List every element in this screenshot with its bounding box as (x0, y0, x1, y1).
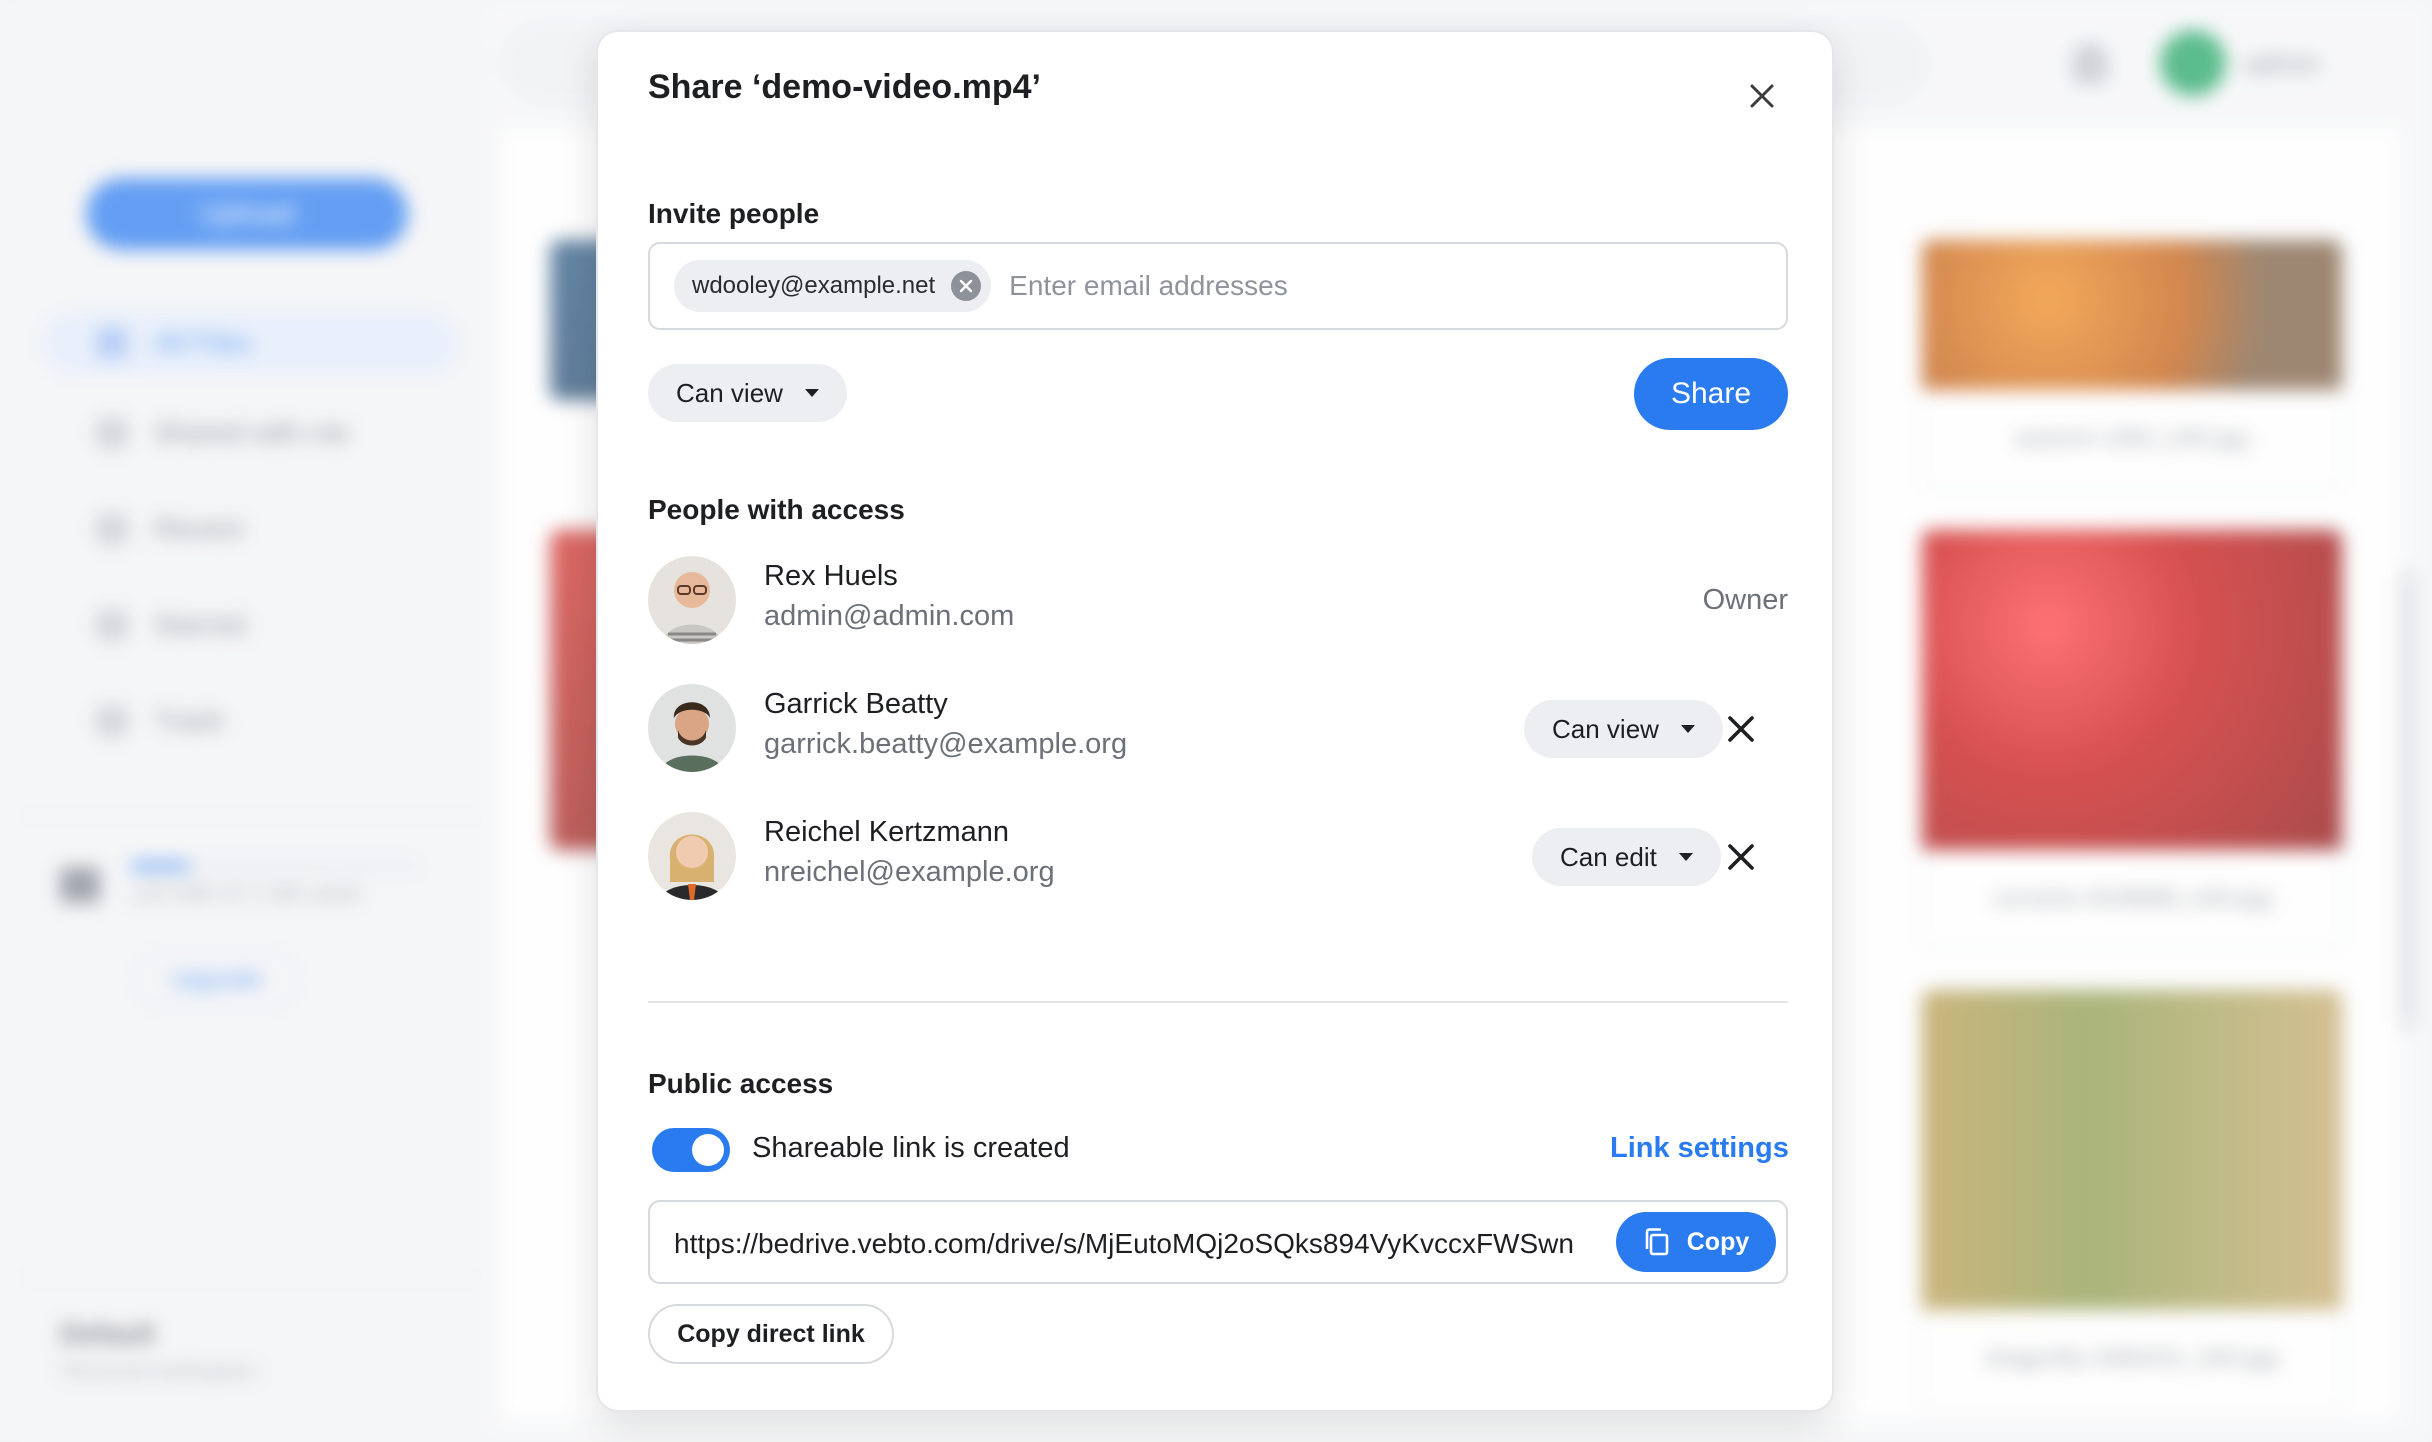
copy-icon (1645, 1228, 1669, 1256)
owner-label: Owner (1702, 584, 1788, 616)
person-permission-select[interactable]: Can edit (1532, 828, 1721, 886)
invite-label: Invite people (648, 198, 820, 229)
close-icon (959, 279, 973, 293)
close-button[interactable] (1738, 72, 1786, 120)
share-dialog: Share ‘demo-video.mp4’ Invite people wdo… (596, 30, 1834, 1412)
person-permission-select[interactable]: Can view (1524, 700, 1723, 758)
copy-label: Copy (1686, 1227, 1750, 1256)
access-label: People with access (648, 494, 905, 525)
invite-permission-select[interactable]: Can view (648, 364, 847, 422)
chevron-down-icon (804, 389, 819, 397)
chevron-down-icon (1680, 725, 1695, 733)
person-name: Garrick Beatty (764, 688, 948, 720)
share-link-field[interactable]: https://bedrive.vebto.com/drive/s/MjEuto… (648, 1200, 1788, 1284)
public-access-label: Public access (648, 1068, 834, 1099)
toggle-label: Shareable link is created (752, 1132, 1070, 1164)
remove-chip-button[interactable] (951, 271, 982, 301)
copy-direct-link-button[interactable]: Copy direct link (648, 1304, 894, 1364)
share-link-url[interactable]: https://bedrive.vebto.com/drive/s/MjEuto… (674, 1228, 1574, 1260)
person-name: Rex Huels (764, 560, 898, 592)
remove-person-button[interactable] (1716, 704, 1766, 754)
share-button-label: Share (1670, 377, 1752, 410)
permission-label: Can view (1552, 713, 1659, 744)
divider (648, 1001, 1788, 1003)
close-icon (1728, 716, 1754, 742)
close-icon (1728, 844, 1754, 870)
person-name: Reichel Kertzmann (764, 816, 1009, 848)
person-email: admin@admin.com (764, 600, 1015, 632)
copy-direct-link-label: Copy direct link (677, 1319, 865, 1348)
email-chip-label: wdooley@example.net (692, 272, 936, 299)
chevron-down-icon (1678, 853, 1693, 861)
person-email: nreichel@example.org (764, 856, 1055, 888)
toggle-knob (692, 1134, 724, 1166)
avatar (648, 556, 736, 644)
avatar (648, 684, 736, 772)
link-settings-link[interactable]: Link settings (1610, 1132, 1789, 1165)
person-email: garrick.beatty@example.org (764, 728, 1128, 760)
copy-link-button[interactable]: Copy (1616, 1212, 1776, 1272)
shareable-link-toggle[interactable] (652, 1128, 730, 1172)
email-chip: wdooley@example.net (674, 260, 992, 312)
remove-person-button[interactable] (1716, 832, 1766, 882)
email-input[interactable] (1009, 256, 1786, 316)
permission-label: Can view (676, 377, 783, 408)
permission-label: Can edit (1560, 841, 1657, 872)
dialog-title: Share ‘demo-video.mp4’ (648, 68, 1041, 106)
person-row: Garrick Beatty garrick.beatty@example.or… (648, 684, 1788, 774)
invite-field[interactable]: wdooley@example.net (648, 242, 1788, 330)
person-row: Reichel Kertzmann nreichel@example.org C… (648, 812, 1788, 902)
share-button[interactable]: Share (1634, 358, 1788, 430)
close-icon (1750, 84, 1774, 108)
person-row: Rex Huels admin@admin.com Owner (648, 556, 1788, 646)
avatar (648, 812, 736, 900)
